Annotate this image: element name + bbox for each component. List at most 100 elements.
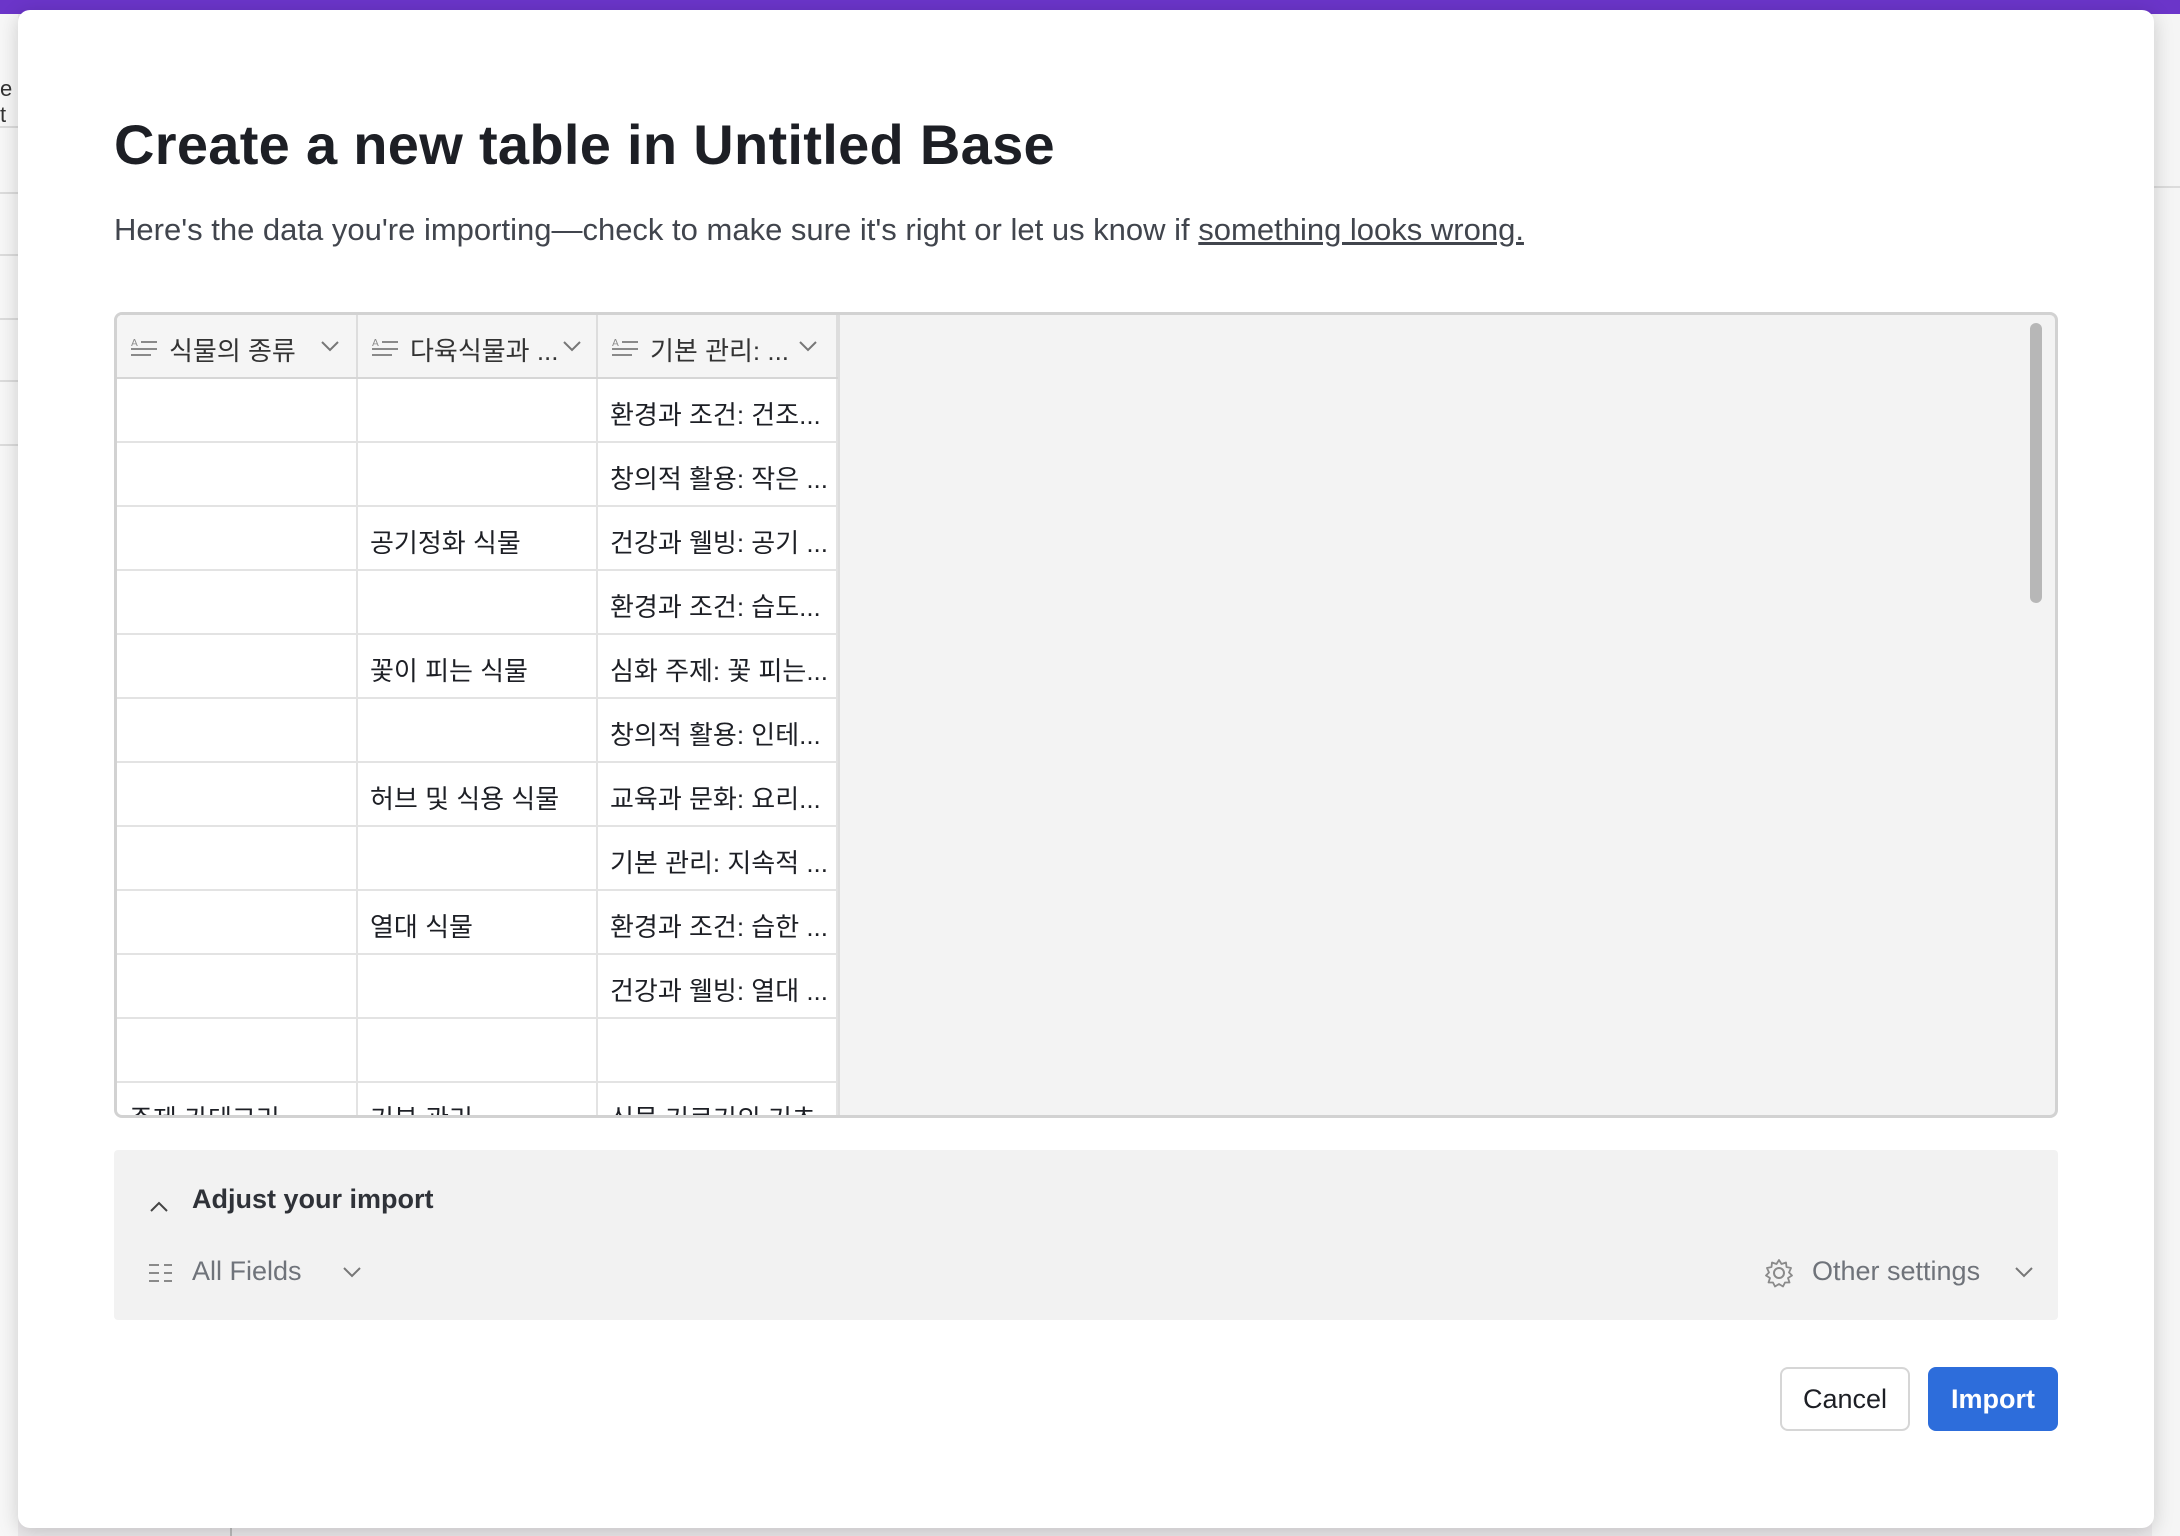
table-row[interactable]: 창의적 활용: 인테... [117,699,838,763]
import-preview-grid[interactable]: A 식물의 종류 A 다육식물과 ... A 기본 관리: ... 환경과 조건… [114,312,2058,1118]
table-cell[interactable] [598,1019,838,1081]
cell-text: 환경과 조건: 건조... [610,400,821,430]
column-header[interactable]: A 기본 관리: ... [598,315,838,377]
background-text-fragment: e t [0,76,13,127]
import-button[interactable]: Import [1928,1367,2058,1431]
table-row[interactable]: 환경과 조건: 건조... [117,379,838,443]
column-header-label: 다육식물과 ... [410,336,559,366]
chevron-down-icon[interactable] [562,339,582,353]
table-cell[interactable] [358,1019,598,1081]
long-text-icon: A [612,338,638,356]
chevron-down-icon[interactable] [798,339,818,353]
table-row[interactable]: 창의적 활용: 작은 ... [117,443,838,507]
cancel-button[interactable]: Cancel [1780,1367,1910,1431]
divider [0,126,18,128]
table-cell[interactable]: 교육과 문화: 요리... [598,763,838,825]
table-cell[interactable]: 주제 카테고리 [117,1083,358,1115]
chevron-down-icon[interactable] [320,339,340,353]
table-row[interactable]: 열대 식물 환경과 조건: 습한 ... [117,891,838,955]
table-cell[interactable] [117,379,358,441]
table-cell[interactable] [358,379,598,441]
report-problem-link[interactable]: something looks wrong. [1198,212,1524,247]
table-cell[interactable] [117,1019,358,1081]
table-row[interactable] [117,1019,838,1083]
table-header: A 식물의 종류 A 다육식물과 ... A 기본 관리: ... [117,315,838,379]
cell-text: 환경과 조건: 습한 ... [610,912,829,942]
divider [2152,186,2180,188]
cell-text: 심화 주제: 꽃 피는... [610,656,829,686]
table-cell[interactable]: 기본 관리 [358,1083,598,1115]
table-cell[interactable]: 환경과 조건: 건조... [598,379,838,441]
other-settings-dropdown[interactable]: Other settings [1812,1256,1980,1287]
table-cell[interactable]: 창의적 활용: 인테... [598,699,838,761]
cell-text: 주제 카테고리 [129,1099,280,1115]
cell-text: 교육과 문화: 요리... [610,784,821,814]
table-row[interactable]: 건강과 웰빙: 열대 ... [117,955,838,1019]
adjust-import-panel: Adjust your import All Fields Other sett… [114,1150,2058,1320]
table-cell[interactable]: 열대 식물 [358,891,598,953]
svg-text:A: A [131,338,138,349]
table-cell[interactable]: 창의적 활용: 작은 ... [598,443,838,505]
table-cell[interactable] [358,955,598,1017]
table-cell[interactable] [358,443,598,505]
table-cell[interactable] [358,699,598,761]
table-cell[interactable] [358,827,598,889]
column-header[interactable]: A 식물의 종류 [117,315,358,377]
table-cell[interactable] [358,571,598,633]
table-row[interactable]: 기본 관리: 지속적 ... [117,827,838,891]
divider [0,380,18,382]
table-cell[interactable] [117,571,358,633]
dialog-subtitle: Here's the data you're importing—check t… [114,212,1524,248]
table-cell[interactable] [117,763,358,825]
table-cell[interactable] [117,635,358,697]
divider [0,318,18,320]
fields-list-icon [149,1264,172,1282]
background-left-panel: e t [0,14,18,1536]
cell-text: 건강과 웰빙: 공기 ... [610,528,829,558]
table-cell[interactable] [117,827,358,889]
table-cell[interactable] [117,955,358,1017]
table-cell[interactable]: 건강과 웰빙: 열대 ... [598,955,838,1017]
cell-text: 식물 기르기의 기초 [610,1099,816,1115]
table-cell[interactable] [117,891,358,953]
cell-text: 창의적 활용: 인테... [610,720,821,750]
table-cell[interactable]: 기본 관리: 지속적 ... [598,827,838,889]
cell-text: 공기정화 식물 [370,528,521,558]
table-cell[interactable]: 환경과 조건: 습한 ... [598,891,838,953]
svg-text:A: A [372,338,379,349]
cell-text: 건강과 웰빙: 열대 ... [610,976,829,1006]
chevron-up-icon[interactable] [148,1200,170,1214]
table-row[interactable]: 공기정화 식물 건강과 웰빙: 공기 ... [117,507,838,571]
vertical-scrollbar[interactable] [2030,323,2042,603]
cell-text: 허브 및 식용 식물 [370,784,560,814]
cell-text: 기본 관리: 지속적 ... [610,848,829,878]
table-cell[interactable]: 심화 주제: 꽃 피는... [598,635,838,697]
chevron-down-icon[interactable] [2014,1266,2034,1279]
table-cell[interactable]: 식물 기르기의 기초 [598,1083,838,1115]
table-row[interactable]: 허브 및 식용 식물 교육과 문화: 요리... [117,763,838,827]
table-row[interactable]: 주제 카테고리 기본 관리 식물 기르기의 기초 [117,1083,838,1115]
column-header[interactable]: A 다육식물과 ... [358,315,598,377]
all-fields-dropdown[interactable]: All Fields [192,1256,302,1287]
table-cell[interactable]: 환경과 조건: 습도... [598,571,838,633]
adjust-import-title[interactable]: Adjust your import [192,1184,434,1215]
table-row[interactable]: 꽃이 피는 식물 심화 주제: 꽃 피는... [117,635,838,699]
chevron-down-icon[interactable] [342,1266,362,1279]
long-text-icon: A [131,338,157,356]
dialog-title: Create a new table in Untitled Base [114,113,1055,176]
long-text-icon: A [372,338,398,356]
divider [0,444,18,446]
cell-text: 기본 관리 [370,1099,473,1115]
table-row[interactable]: 환경과 조건: 습도... [117,571,838,635]
table-cell[interactable] [117,699,358,761]
table-cell[interactable] [117,507,358,569]
cell-text: 열대 식물 [370,912,473,942]
table-cell[interactable]: 허브 및 식용 식물 [358,763,598,825]
gear-icon [1765,1259,1793,1288]
divider [0,254,18,256]
divider [0,192,18,194]
table-cell[interactable]: 공기정화 식물 [358,507,598,569]
table-cell[interactable]: 꽃이 피는 식물 [358,635,598,697]
table-cell[interactable] [117,443,358,505]
table-cell[interactable]: 건강과 웰빙: 공기 ... [598,507,838,569]
